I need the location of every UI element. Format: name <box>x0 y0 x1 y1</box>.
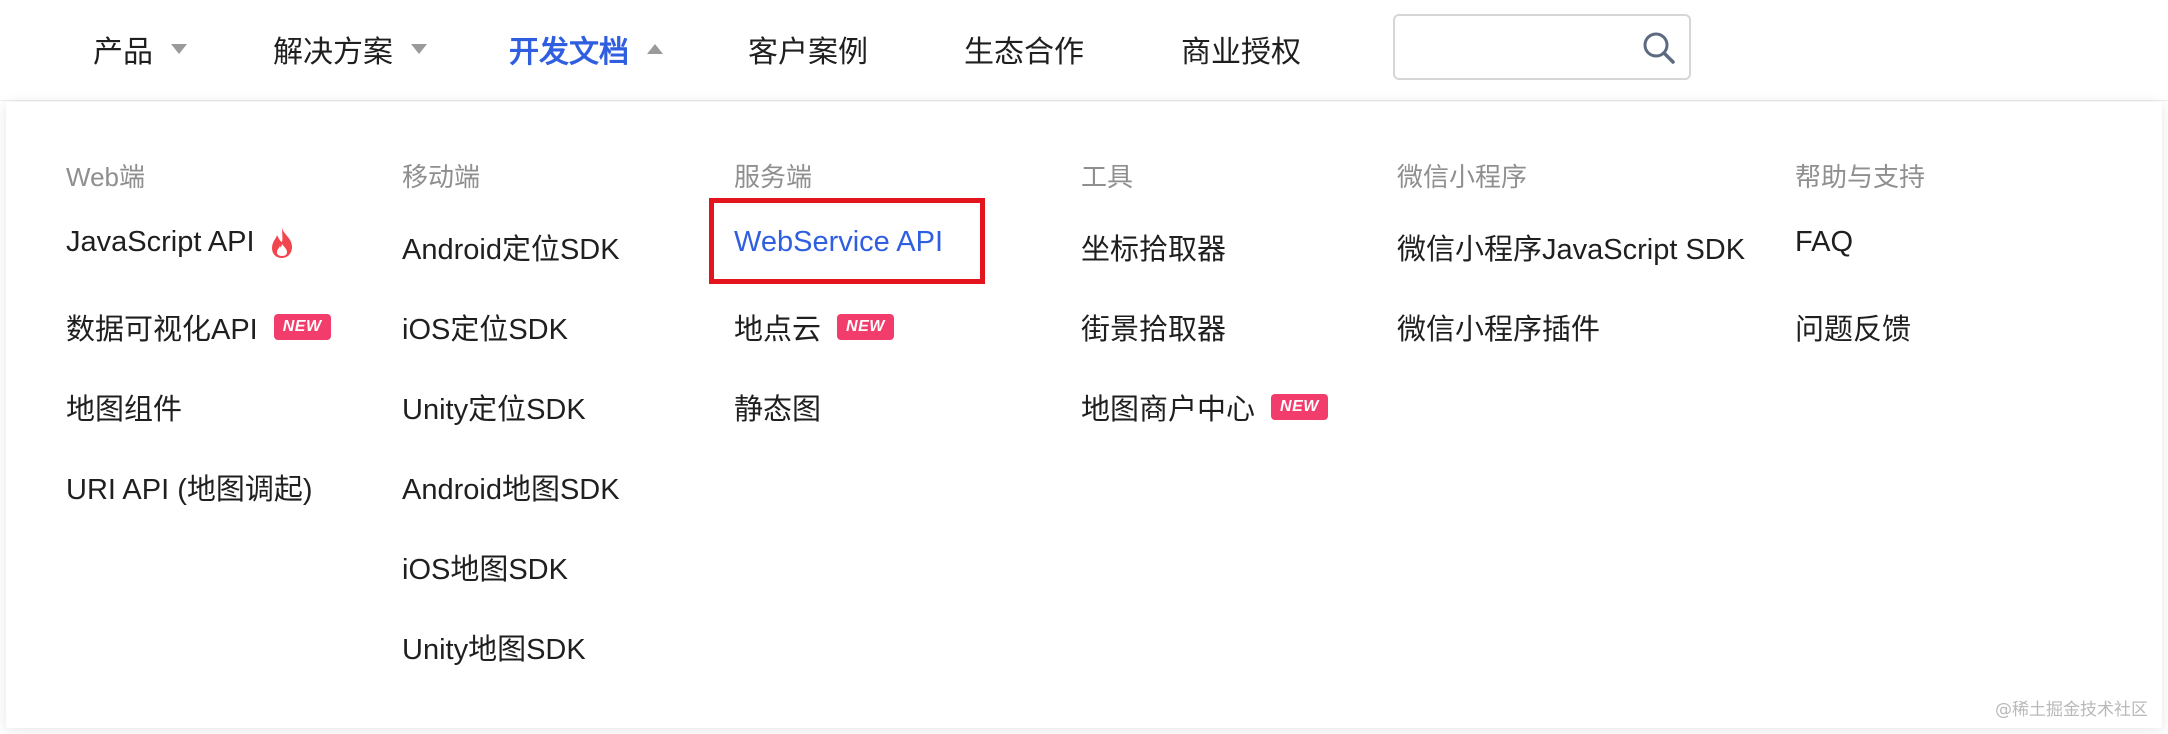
link-label: 数据可视化API <box>66 314 258 346</box>
column-header: 工具 <box>1081 162 1134 192</box>
link-label: JavaScript API <box>66 226 255 258</box>
link-label: 坐标拾取器 <box>1081 234 1227 266</box>
link-label: 地图商户中心 <box>1081 394 1256 426</box>
column-header: 帮助与支持 <box>1795 162 1926 192</box>
link-place-cloud[interactable]: 地点云 NEW <box>734 306 894 348</box>
nav-item-cases[interactable]: 客户案例 <box>748 28 868 70</box>
link-javascript-api[interactable]: JavaScript API <box>66 226 295 259</box>
column-header: 移动端 <box>402 162 481 192</box>
link-feedback[interactable]: 问题反馈 <box>1795 306 1911 348</box>
link-unity-map-sdk[interactable]: Unity地图SDK <box>402 626 586 668</box>
link-coordinate-picker[interactable]: 坐标拾取器 <box>1081 226 1226 268</box>
link-label: 微信小程序JavaScript SDK <box>1397 234 1746 266</box>
nav-item-solutions[interactable]: 解决方案 <box>273 28 427 70</box>
link-label: URI API (地图调起) <box>66 474 313 506</box>
nav-item-licensing[interactable]: 商业授权 <box>1181 28 1301 70</box>
watermark-text: @稀土掘金技术社区 <box>1995 700 2148 720</box>
link-label: 地图组件 <box>66 394 183 426</box>
link-static-map[interactable]: 静态图 <box>734 386 821 428</box>
link-label: iOS地图SDK <box>402 554 568 586</box>
link-data-visualization-api[interactable]: 数据可视化API NEW <box>66 306 331 348</box>
column-header: Web端 <box>66 162 145 192</box>
link-label: FAQ <box>1795 226 1854 258</box>
search-box <box>1393 14 1691 80</box>
search-input[interactable] <box>1409 26 1633 70</box>
new-badge: NEW <box>1271 394 1328 420</box>
link-uri-api[interactable]: URI API (地图调起) <box>66 466 313 508</box>
nav-item-products[interactable]: 产品 <box>93 28 187 70</box>
link-ios-map-sdk[interactable]: iOS地图SDK <box>402 546 568 588</box>
nav-item-label: 生态合作 <box>964 36 1084 69</box>
new-badge: NEW <box>273 314 331 340</box>
chevron-down-icon <box>171 44 187 54</box>
nav-item-label: 客户案例 <box>748 36 868 69</box>
nav-item-dev-docs[interactable]: 开发文档 <box>509 28 663 70</box>
link-label: iOS定位SDK <box>402 314 568 346</box>
top-navbar: 产品 解决方案 开发文档 客户案例 生态合作 商业授权 <box>0 0 2168 101</box>
chevron-up-icon <box>647 44 663 54</box>
link-label: Android地图SDK <box>402 474 620 506</box>
link-label: 街景拾取器 <box>1081 314 1227 346</box>
nav-item-ecosystem[interactable]: 生态合作 <box>964 28 1084 70</box>
nav-item-label: 产品 <box>93 36 153 69</box>
nav-item-label: 开发文档 <box>509 36 629 69</box>
link-faq[interactable]: FAQ <box>1795 226 1853 259</box>
dev-docs-dropdown: Web端 JavaScript API 数据可视化API NEW 地图组件 UR… <box>6 102 2162 728</box>
link-map-components[interactable]: 地图组件 <box>66 386 182 428</box>
nav-item-label: 解决方案 <box>273 36 393 69</box>
link-label: Android定位SDK <box>402 234 620 266</box>
column-header: 微信小程序 <box>1397 162 1528 192</box>
nav-item-label: 商业授权 <box>1181 36 1301 69</box>
link-label: 微信小程序插件 <box>1397 314 1601 346</box>
link-label: 静态图 <box>734 394 822 426</box>
link-miniprogram-js-sdk[interactable]: 微信小程序JavaScript SDK <box>1397 226 1745 268</box>
link-unity-location-sdk[interactable]: Unity定位SDK <box>402 386 586 428</box>
search-icon[interactable] <box>1641 30 1677 66</box>
highlight-box <box>709 198 985 284</box>
link-label: Unity地图SDK <box>402 634 586 666</box>
link-label: Unity定位SDK <box>402 394 586 426</box>
link-label: 问题反馈 <box>1795 314 1912 346</box>
link-android-map-sdk[interactable]: Android地图SDK <box>402 466 620 508</box>
link-miniprogram-plugin[interactable]: 微信小程序插件 <box>1397 306 1600 348</box>
fire-icon <box>271 227 292 258</box>
link-label: 地点云 <box>734 314 822 346</box>
link-android-location-sdk[interactable]: Android定位SDK <box>402 226 620 268</box>
new-badge: NEW <box>837 314 894 340</box>
link-streetview-picker[interactable]: 街景拾取器 <box>1081 306 1226 348</box>
link-merchant-center[interactable]: 地图商户中心 NEW <box>1081 386 1328 428</box>
link-ios-location-sdk[interactable]: iOS定位SDK <box>402 306 568 348</box>
chevron-down-icon <box>411 44 427 54</box>
column-header: 服务端 <box>734 162 813 192</box>
